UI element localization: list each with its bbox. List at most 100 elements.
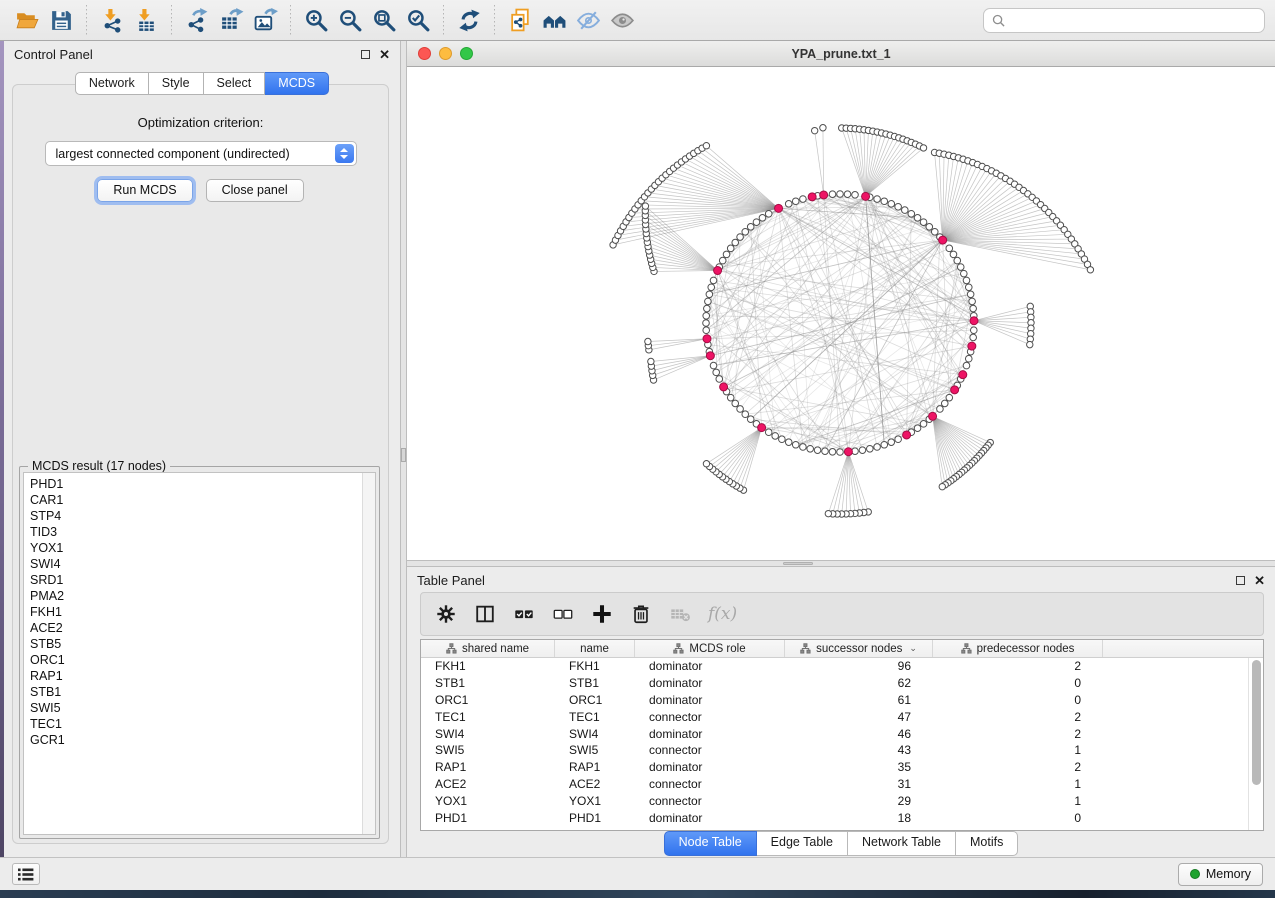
mcds-result-item[interactable]: PMA2 (24, 588, 375, 604)
graph-node[interactable] (1087, 267, 1093, 273)
graph-node[interactable] (957, 264, 964, 271)
table-cell[interactable]: 29 (785, 794, 933, 808)
mcds-result-item[interactable]: PHD1 (24, 476, 375, 492)
memory-button[interactable]: Memory (1178, 863, 1263, 886)
open-file-icon[interactable] (10, 4, 44, 36)
graph-node-selected[interactable] (720, 383, 728, 391)
table-cell[interactable]: dominator (635, 811, 785, 825)
export-network-icon[interactable] (180, 4, 214, 36)
graph-node[interactable] (970, 305, 977, 312)
float-panel-icon[interactable] (1236, 576, 1245, 585)
mcds-result-item[interactable]: GCR1 (24, 732, 375, 748)
search-input[interactable] (1011, 13, 1256, 27)
graph-node-selected[interactable] (706, 352, 714, 360)
graph-node[interactable] (939, 483, 945, 489)
table-cell[interactable]: PHD1 (555, 811, 635, 825)
graph-node[interactable] (779, 436, 786, 443)
column-header-name[interactable]: name (555, 640, 635, 657)
tab-edge-table[interactable]: Edge Table (757, 831, 848, 856)
import-table-icon[interactable] (129, 4, 163, 36)
close-panel-button[interactable]: Close panel (206, 179, 304, 202)
graph-node[interactable] (737, 406, 744, 413)
optimization-criterion-select[interactable]: largest connected component (undirected) (45, 141, 357, 166)
graph-node-selected[interactable] (939, 236, 947, 244)
graph-node[interactable] (759, 214, 766, 221)
table-cell[interactable]: PHD1 (421, 811, 555, 825)
table-row[interactable]: ACE2ACE2connector311 (421, 776, 1263, 793)
graph-node-selected[interactable] (820, 191, 828, 199)
graph-node[interactable] (732, 400, 739, 407)
graph-node[interactable] (820, 125, 826, 131)
table-cell[interactable]: connector (635, 777, 785, 791)
graph-node[interactable] (710, 277, 717, 284)
table-cell[interactable]: FKH1 (421, 659, 555, 673)
export-image-icon[interactable] (248, 4, 282, 36)
graph-node[interactable] (888, 439, 895, 446)
graph-node[interactable] (703, 312, 710, 319)
tab-network-table[interactable]: Network Table (848, 831, 956, 856)
table-cell[interactable]: dominator (635, 659, 785, 673)
column-header-MCDS-role[interactable]: MCDS role (635, 640, 785, 657)
graph-node[interactable] (967, 291, 974, 298)
table-options-gear-icon[interactable] (435, 603, 457, 625)
column-header-successor-nodes[interactable]: successor nodes⌄ (785, 640, 933, 657)
graph-node[interactable] (719, 257, 726, 264)
table-cell[interactable]: connector (635, 794, 785, 808)
graph-node[interactable] (920, 421, 927, 428)
refresh-view-icon[interactable] (452, 4, 486, 36)
graph-node[interactable] (963, 362, 970, 369)
graph-node[interactable] (727, 245, 734, 252)
graph-node-selected[interactable] (903, 431, 911, 439)
mcds-result-item[interactable]: FKH1 (24, 604, 375, 620)
table-cell[interactable]: 2 (933, 760, 1103, 774)
graph-node[interactable] (705, 298, 712, 305)
table-cell[interactable]: 61 (785, 693, 933, 707)
graph-node[interactable] (960, 270, 967, 277)
graph-node[interactable] (713, 369, 720, 376)
hide-selected-eye-icon[interactable] (571, 4, 605, 36)
mcds-result-item[interactable]: STP4 (24, 508, 375, 524)
graph-node[interactable] (742, 228, 749, 235)
graph-node[interactable] (737, 234, 744, 241)
graph-node-selected[interactable] (951, 386, 959, 394)
table-cell[interactable]: TEC1 (555, 710, 635, 724)
vertical-splitter[interactable] (400, 41, 407, 857)
graph-node[interactable] (785, 439, 792, 446)
graph-node[interactable] (969, 298, 976, 305)
float-panel-icon[interactable] (361, 50, 370, 59)
graph-node[interactable] (914, 425, 921, 432)
export-table-icon[interactable] (214, 4, 248, 36)
splitter-handle[interactable] (401, 448, 406, 462)
graph-node[interactable] (645, 338, 651, 344)
table-row[interactable]: ORC1ORC1dominator610 (421, 692, 1263, 709)
tab-motifs[interactable]: Motifs (956, 831, 1018, 856)
graph-node[interactable] (785, 201, 792, 208)
table-cell[interactable]: SWI4 (421, 727, 555, 741)
graph-node-selected[interactable] (968, 342, 976, 350)
graph-node[interactable] (881, 198, 888, 205)
table-cell[interactable]: dominator (635, 693, 785, 707)
search-networks-icon[interactable] (537, 4, 571, 36)
table-cell[interactable]: 0 (933, 811, 1103, 825)
horizontal-splitter[interactable] (407, 560, 1275, 567)
graph-node[interactable] (732, 239, 739, 246)
graph-node[interactable] (970, 334, 977, 341)
graph-node[interactable] (829, 448, 836, 455)
graph-node[interactable] (902, 207, 909, 214)
table-cell[interactable]: 46 (785, 727, 933, 741)
graph-node[interactable] (792, 198, 799, 205)
table-cell[interactable]: dominator (635, 760, 785, 774)
table-scrollbar[interactable] (1248, 658, 1263, 830)
table-row[interactable]: PHD1PHD1dominator180 (421, 809, 1263, 826)
graph-node[interactable] (881, 441, 888, 448)
mcds-result-item[interactable]: ACE2 (24, 620, 375, 636)
table-row[interactable]: SWI5SWI5connector431 (421, 742, 1263, 759)
graph-node[interactable] (723, 251, 730, 258)
table-cell[interactable]: STB1 (555, 676, 635, 690)
graph-node[interactable] (931, 228, 938, 235)
graph-node[interactable] (874, 444, 881, 451)
table-cell[interactable]: 35 (785, 760, 933, 774)
graph-node[interactable] (937, 406, 944, 413)
graph-node[interactable] (642, 203, 648, 209)
graph-node[interactable] (926, 224, 933, 231)
